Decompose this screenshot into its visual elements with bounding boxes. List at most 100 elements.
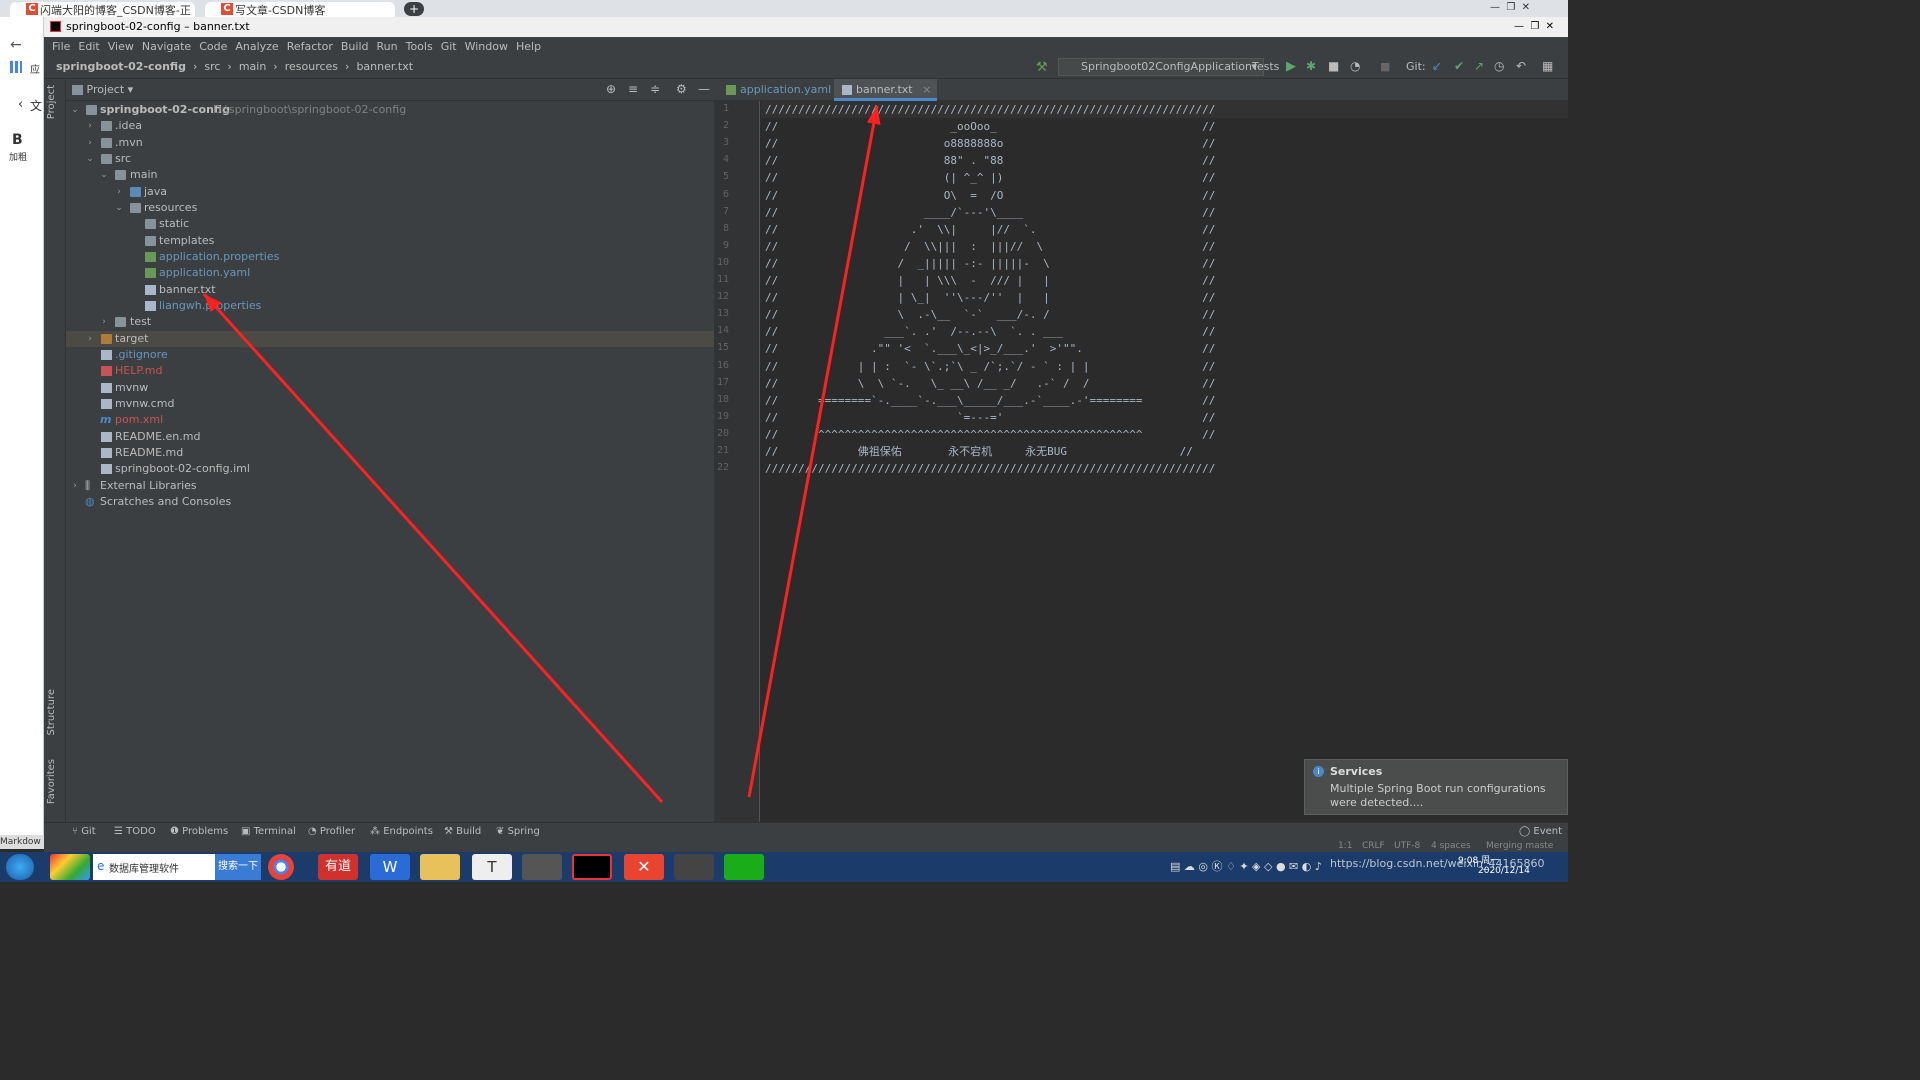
tab-banner-txt[interactable]: banner.txt × <box>834 79 938 101</box>
gear-icon[interactable]: ⚙ <box>676 79 687 100</box>
project-tool-tab[interactable]: Project <box>46 85 57 119</box>
search-button[interactable]: 搜索一下 <box>215 854 261 880</box>
tree-item-scratches[interactable]: ◍ Scratches and Consoles <box>66 494 714 510</box>
tree-item-templates[interactable]: templates <box>66 233 714 249</box>
git-status[interactable]: Merging maste <box>1486 841 1553 851</box>
terminal-tool-button[interactable]: ▣ Terminal <box>241 826 296 837</box>
coverage-icon[interactable]: ■ <box>1328 59 1339 73</box>
chevron-down-icon[interactable]: ▾ <box>128 83 134 96</box>
menu-view[interactable]: View <box>104 37 138 57</box>
chrome-icon[interactable] <box>268 854 294 880</box>
code-editor[interactable]: ////////////////////////////////////////… <box>761 101 1568 822</box>
browser-tab[interactable]: C 写文章-CSDN博客 <box>205 2 395 17</box>
tree-item-liangwh-properties[interactable]: liangwh.properties <box>66 298 714 314</box>
problems-tool-button[interactable]: ❶ Problems <box>170 826 228 837</box>
structure-tool-tab[interactable]: Structure <box>46 689 57 736</box>
caret-position[interactable]: 1:1 <box>1338 841 1352 851</box>
tool-icon[interactable] <box>522 854 562 880</box>
profiler-tool-button[interactable]: ◔ Profiler <box>308 826 355 837</box>
menu-window[interactable]: Window <box>461 37 512 57</box>
menu-run[interactable]: Run <box>373 37 402 57</box>
run-config-dropdown[interactable]: Springboot02ConfigApplicationTests ▾ <box>1058 58 1279 76</box>
bold-icon[interactable]: B <box>12 132 23 148</box>
tree-item-idea[interactable]: › .idea <box>66 118 714 134</box>
close-icon[interactable]: × <box>922 83 931 96</box>
app-icon[interactable] <box>50 854 90 880</box>
tree-item-test[interactable]: › test <box>66 314 714 330</box>
history-icon[interactable]: ◷ <box>1494 59 1504 73</box>
tree-item-src[interactable]: ⌄ src <box>66 151 714 167</box>
menu-file[interactable]: File <box>48 37 74 57</box>
breadcrumb-src[interactable]: src <box>204 57 220 77</box>
git-push-icon[interactable]: ↗ <box>1474 59 1484 73</box>
build-tool-button[interactable]: ⚒ Build <box>444 826 481 837</box>
xmind-icon[interactable]: ✕ <box>624 854 664 880</box>
profile-icon[interactable]: ◔ <box>1350 59 1360 73</box>
menu-edit[interactable]: Edit <box>74 37 103 57</box>
tree-item-help-md[interactable]: HELP.md <box>66 363 714 379</box>
menu-tools[interactable]: Tools <box>402 37 437 57</box>
start-button[interactable] <box>6 854 34 880</box>
expand-all-icon[interactable]: ≡ <box>628 79 638 100</box>
typora-icon[interactable]: T <box>472 854 512 880</box>
breadcrumb-main[interactable]: main <box>239 57 266 77</box>
tree-item-pom-xml[interactable]: m pom.xml <box>66 412 714 428</box>
tree-root[interactable]: ⌄ springboot-02-config D:\springboot\spr… <box>66 102 714 118</box>
intellij-icon[interactable] <box>572 854 612 880</box>
event-log-button[interactable]: ◯ Event <box>1519 826 1562 837</box>
wechat-icon[interactable] <box>724 854 764 880</box>
breadcrumb-file[interactable]: banner.txt <box>356 57 413 77</box>
ide-window-controls[interactable]: — ❐ ✕ <box>1514 17 1554 37</box>
debug-icon[interactable]: ✱ <box>1306 59 1316 73</box>
clock-date[interactable]: 2020/12/14 <box>1478 866 1530 876</box>
tree-item-readme[interactable]: README.md <box>66 445 714 461</box>
run-icon[interactable]: ▶ <box>1286 59 1296 74</box>
favorites-tool-tab[interactable]: Favorites <box>46 759 57 804</box>
tree-item-banner-txt[interactable]: banner.txt <box>66 282 714 298</box>
tree-item-java[interactable]: › java <box>66 184 714 200</box>
indent-setting[interactable]: 4 spaces <box>1431 841 1471 851</box>
wps-icon[interactable]: W <box>370 854 410 880</box>
tree-item-target[interactable]: › target <box>66 331 714 347</box>
menu-navigate[interactable]: Navigate <box>138 37 195 57</box>
menu-git[interactable]: Git <box>437 37 461 57</box>
hide-icon[interactable]: — <box>698 79 710 100</box>
breadcrumb-resources[interactable]: resources <box>285 57 338 77</box>
tree-item-static[interactable]: static <box>66 216 714 232</box>
tree-item-external-libraries[interactable]: › ⫼ External Libraries <box>66 478 714 494</box>
tree-item-mvnw-cmd[interactable]: mvnw.cmd <box>66 396 714 412</box>
tree-item-mvnw[interactable]: mvnw <box>66 380 714 396</box>
collapse-all-icon[interactable]: ≑ <box>650 79 660 100</box>
taskbar-search-input[interactable]: e 数据库管理软件 <box>93 854 215 880</box>
tree-item-mvn[interactable]: › .mvn <box>66 135 714 151</box>
menu-help[interactable]: Help <box>512 37 545 57</box>
back-arrow-icon[interactable]: ← <box>10 37 22 53</box>
locate-icon[interactable]: ⊕ <box>606 79 616 100</box>
apps-icon[interactable] <box>10 61 22 73</box>
youdao-icon[interactable]: 有道 <box>318 854 358 880</box>
rollback-icon[interactable]: ↶ <box>1516 59 1526 73</box>
menu-refactor[interactable]: Refactor <box>283 37 337 57</box>
git-tool-button[interactable]: ⑂ Git <box>72 826 96 837</box>
tree-item-resources[interactable]: ⌄ resources <box>66 200 714 216</box>
tree-item-iml[interactable]: springboot-02-config.iml <box>66 461 714 477</box>
services-notification[interactable]: i Services Multiple Spring Boot run conf… <box>1304 759 1568 815</box>
menu-build[interactable]: Build <box>337 37 373 57</box>
menu-code[interactable]: Code <box>195 37 231 57</box>
breadcrumb-project[interactable]: springboot-02-config <box>56 57 186 77</box>
file-explorer-icon[interactable] <box>420 854 460 880</box>
spring-tool-button[interactable]: ❦ Spring <box>496 826 540 837</box>
git-update-icon[interactable]: ↙ <box>1432 59 1442 73</box>
app-icon[interactable] <box>674 854 714 880</box>
tree-item-application-properties[interactable]: application.properties <box>66 249 714 265</box>
git-commit-icon[interactable]: ✔ <box>1454 59 1464 73</box>
tree-item-readme-en[interactable]: README.en.md <box>66 429 714 445</box>
window-controls[interactable]: — ❐ ✕ <box>1490 2 1530 13</box>
file-encoding[interactable]: UTF-8 <box>1394 841 1420 851</box>
line-separator[interactable]: CRLF <box>1362 841 1385 851</box>
new-tab-button[interactable]: + <box>404 2 424 16</box>
menu-analyze[interactable]: Analyze <box>231 37 282 57</box>
endpoints-tool-button[interactable]: ⁂ Endpoints <box>370 826 433 837</box>
tree-item-application-yaml[interactable]: application.yaml <box>66 265 714 281</box>
project-structure-icon[interactable]: ▦ <box>1542 59 1553 73</box>
